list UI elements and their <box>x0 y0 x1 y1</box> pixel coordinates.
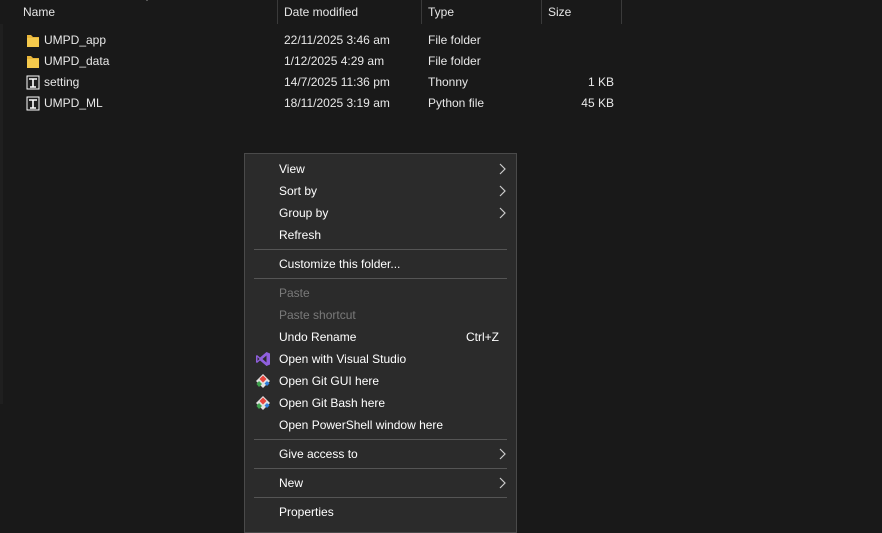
chevron-right-icon <box>499 185 506 197</box>
file-name: UMPD_data <box>44 54 110 68</box>
thonny-file-icon <box>26 75 40 90</box>
menu-item-refresh[interactable]: Refresh <box>245 224 516 246</box>
column-date-header[interactable]: Date modified <box>284 0 358 24</box>
git-gui-icon <box>256 374 270 388</box>
menu-item-label: Properties <box>279 505 334 519</box>
file-type: File folder <box>428 33 481 47</box>
folder-icon <box>27 35 39 47</box>
menu-item-paste[interactable]: Paste <box>245 282 516 304</box>
visual-studio-icon <box>256 352 270 366</box>
menu-item-paste-shortcut[interactable]: Paste shortcut <box>245 304 516 326</box>
menu-separator <box>254 497 507 498</box>
file-name: UMPD_app <box>44 33 107 47</box>
file-date: 14/7/2025 11:36 pm <box>284 75 390 89</box>
menu-item-undo-rename[interactable]: Undo Rename Ctrl+Z <box>245 326 516 348</box>
folder-icon <box>27 56 39 68</box>
column-size-header[interactable]: Size <box>548 0 571 24</box>
context-menu: View Sort by Group by Refresh Customize … <box>244 153 517 533</box>
menu-item-open-git-gui[interactable]: Open Git GUI here <box>245 370 516 392</box>
file-row[interactable]: UMPD_data 1/12/2025 4:29 am File folder <box>0 51 620 72</box>
file-date: 18/11/2025 3:19 am <box>284 96 390 110</box>
file-row[interactable]: UMPD_app 22/11/2025 3:46 am File folder <box>0 30 620 51</box>
column-separator[interactable] <box>541 0 542 24</box>
file-row[interactable]: UMPD_ML 18/11/2025 3:19 am Python file 4… <box>0 93 620 114</box>
menu-item-give-access[interactable]: Give access to <box>245 443 516 465</box>
file-size: 1 KB <box>587 75 614 89</box>
menu-item-sort-by[interactable]: Sort by <box>245 180 516 202</box>
file-size <box>542 30 614 51</box>
menu-item-properties[interactable]: Properties <box>245 501 516 523</box>
file-date: 22/11/2025 3:46 am <box>284 33 390 47</box>
column-separator[interactable] <box>277 0 278 24</box>
menu-item-new[interactable]: New <box>245 472 516 494</box>
file-row[interactable]: setting 14/7/2025 11:36 pm Thonny 1 KB <box>0 72 620 93</box>
column-header: Name Date modified Type Size <box>0 0 882 24</box>
menu-separator <box>254 468 507 469</box>
menu-item-label: Open Git Bash here <box>279 396 386 410</box>
menu-item-label: Paste <box>279 286 310 300</box>
file-type: File folder <box>428 54 481 68</box>
menu-item-label: Sort by <box>279 184 318 198</box>
menu-item-label: View <box>279 162 305 176</box>
chevron-right-icon <box>499 448 506 460</box>
menu-item-label: Refresh <box>279 228 322 242</box>
column-separator[interactable] <box>621 0 622 24</box>
column-type-header[interactable]: Type <box>428 0 454 24</box>
menu-item-view[interactable]: View <box>245 158 516 180</box>
menu-item-label: Open Git GUI here <box>279 374 380 388</box>
menu-separator <box>254 278 507 279</box>
menu-separator <box>254 249 507 250</box>
keyboard-shortcut: Ctrl+Z <box>466 330 499 344</box>
menu-item-label: Give access to <box>279 447 358 461</box>
menu-item-open-visual-studio[interactable]: Open with Visual Studio <box>245 348 516 370</box>
column-name-header[interactable]: Name <box>23 0 55 24</box>
menu-item-label: Paste shortcut <box>279 308 356 322</box>
sort-arrow-icon <box>146 0 148 1</box>
file-type: Thonny <box>428 75 469 89</box>
file-name: UMPD_ML <box>44 96 103 110</box>
file-name: setting <box>44 75 80 89</box>
chevron-right-icon <box>499 207 506 219</box>
thonny-file-icon <box>26 96 40 111</box>
menu-item-open-powershell[interactable]: Open PowerShell window here <box>245 414 516 436</box>
git-bash-icon <box>256 396 270 410</box>
menu-item-label: Customize this folder... <box>279 257 401 271</box>
file-type: Python file <box>428 96 485 110</box>
menu-item-label: Group by <box>279 206 329 220</box>
menu-item-group-by[interactable]: Group by <box>245 202 516 224</box>
menu-separator <box>254 439 507 440</box>
menu-item-label: New <box>279 476 304 490</box>
file-date: 1/12/2025 4:29 am <box>284 54 385 68</box>
menu-item-open-git-bash[interactable]: Open Git Bash here <box>245 392 516 414</box>
menu-item-label: Open with Visual Studio <box>279 352 407 366</box>
file-size: 45 KB <box>581 96 614 110</box>
chevron-right-icon <box>499 477 506 489</box>
column-separator[interactable] <box>421 0 422 24</box>
menu-item-label: Open PowerShell window here <box>279 418 444 432</box>
file-size <box>542 51 614 72</box>
menu-item-customize-folder[interactable]: Customize this folder... <box>245 253 516 275</box>
menu-item-label: Undo Rename <box>279 330 357 344</box>
chevron-right-icon <box>499 163 506 175</box>
